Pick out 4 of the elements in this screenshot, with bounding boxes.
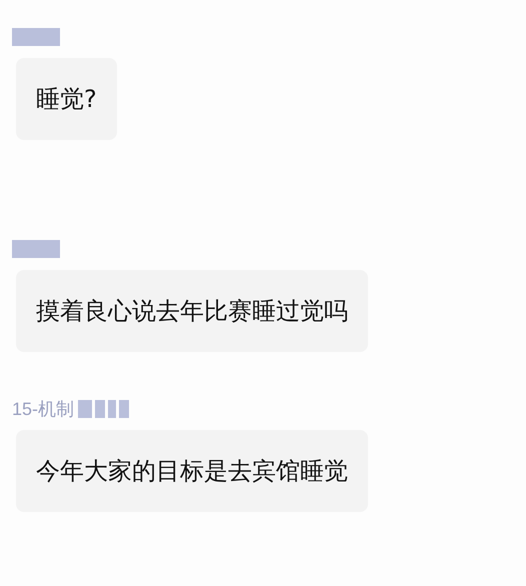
message-bubble: 今年大家的目标是去宾馆睡觉: [16, 430, 368, 512]
message-bubble: 睡觉?: [16, 58, 117, 140]
sender-name: 15-机制: [12, 398, 74, 421]
message-bubble: 摸着良心说去年比赛睡过觉吗: [16, 270, 368, 352]
